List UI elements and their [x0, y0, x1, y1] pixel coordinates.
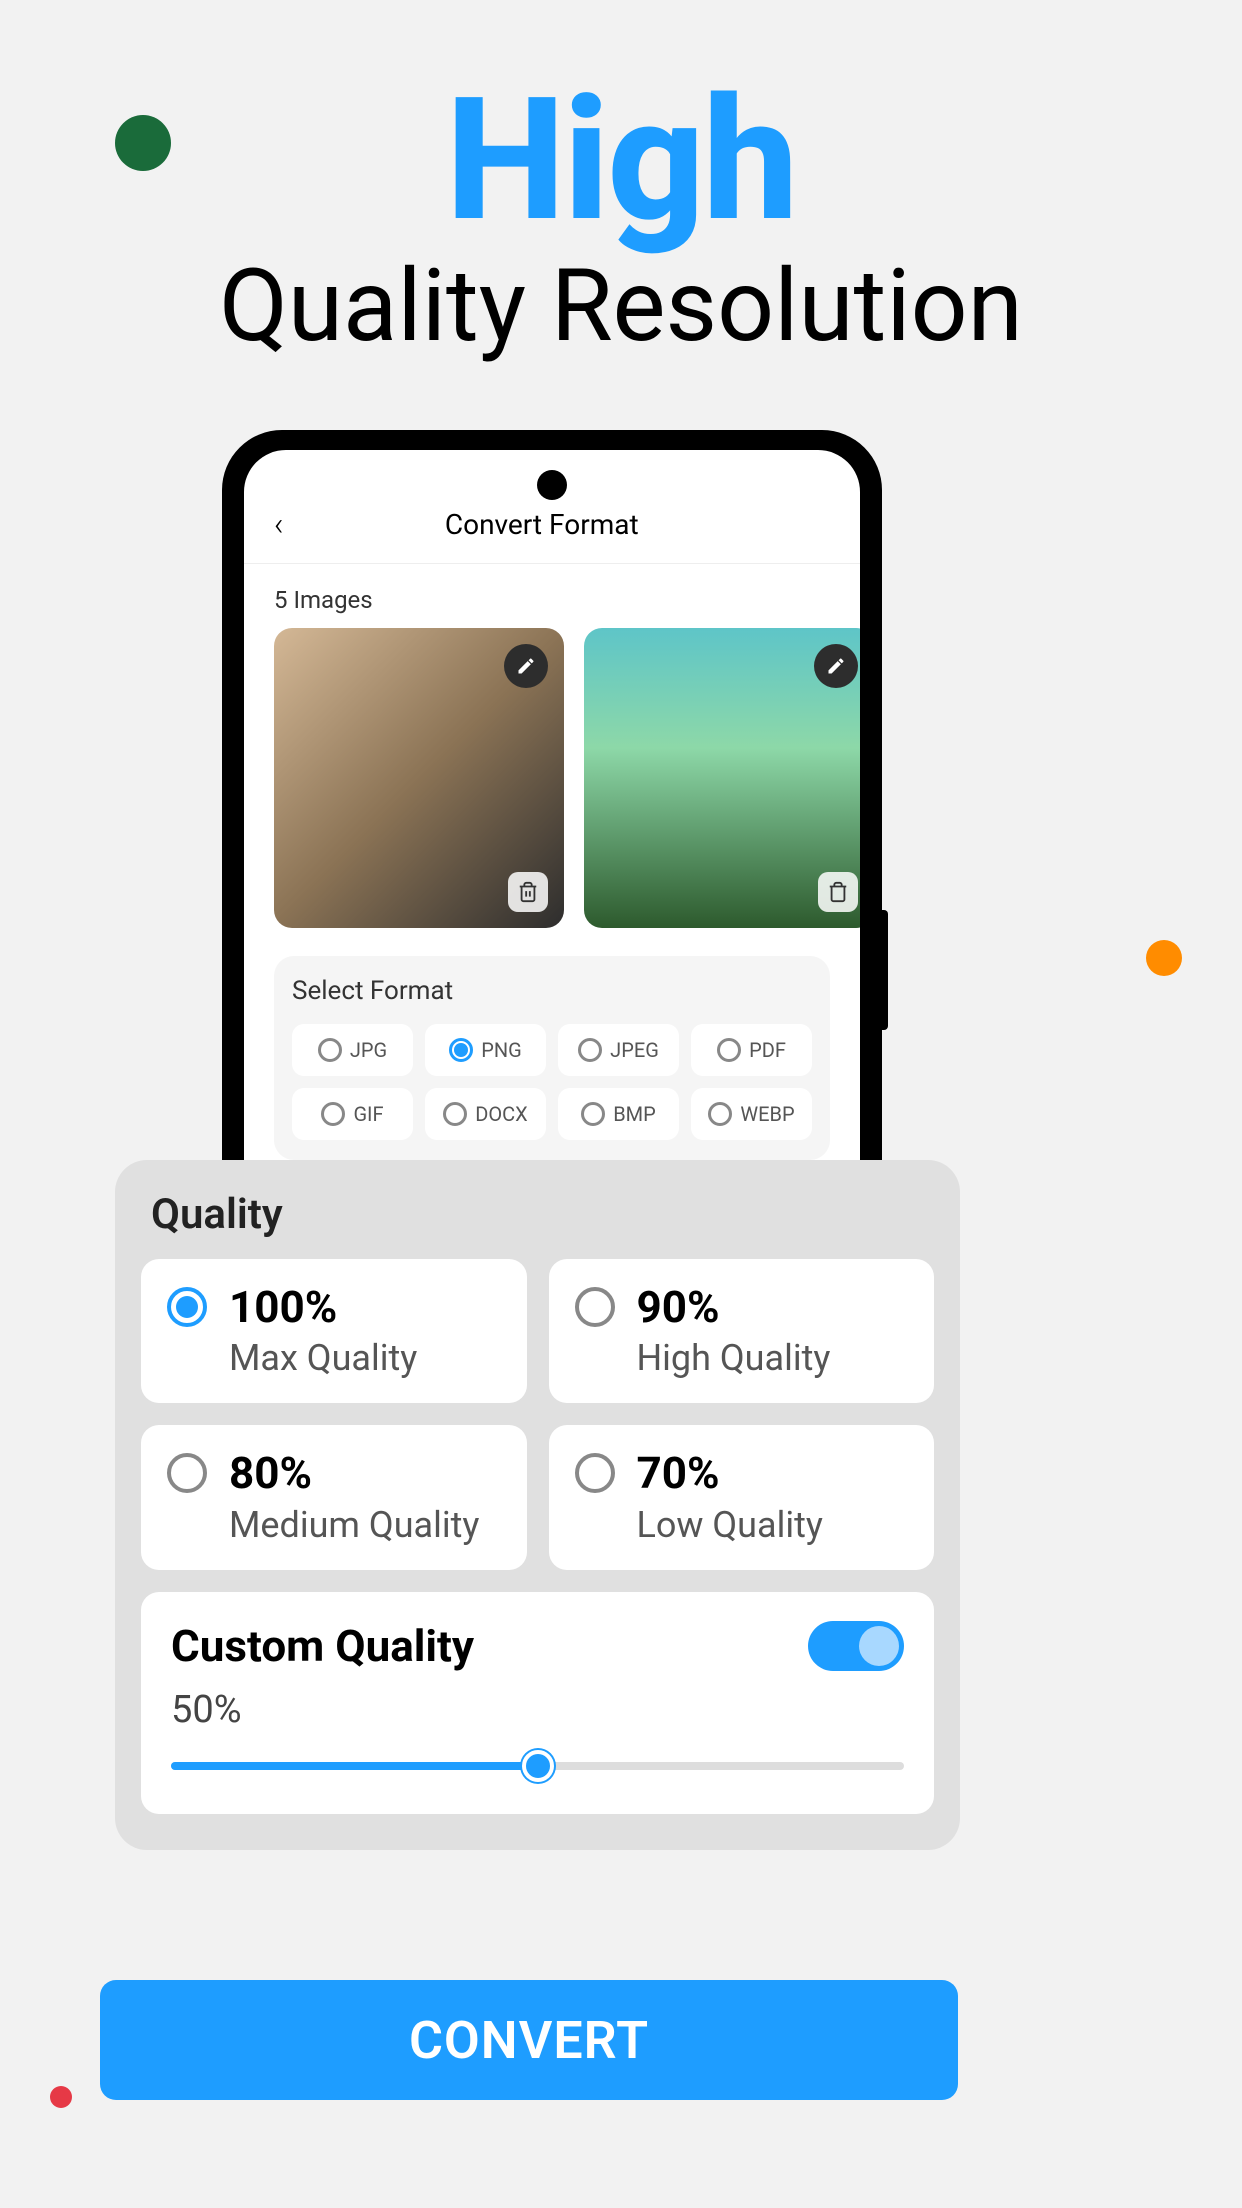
radio-icon	[318, 1038, 342, 1062]
format-option-jpg[interactable]: JPG	[292, 1024, 413, 1076]
quality-panel: Quality 100% Max Quality 90% High Quality 80…	[115, 1160, 960, 1850]
format-panel: Select Format JPG PNG JPEG PDF GIF DOCX BMP WEB…	[274, 956, 830, 1160]
radio-icon	[575, 1287, 615, 1327]
format-option-gif[interactable]: GIF	[292, 1088, 413, 1140]
radio-icon	[167, 1287, 207, 1327]
image-thumbnail[interactable]	[584, 628, 860, 928]
quality-label: Medium Quality	[229, 1504, 501, 1546]
toggle-thumb	[859, 1626, 899, 1666]
quality-percent: 90%	[637, 1283, 909, 1331]
quality-option[interactable]: 90% High Quality	[549, 1259, 935, 1403]
format-section-title: Select Format	[292, 976, 812, 1006]
radio-icon	[708, 1102, 732, 1126]
phone-frame: ‹ Convert Format 5 Images	[222, 430, 882, 1170]
format-option-docx[interactable]: DOCX	[425, 1088, 546, 1140]
format-options-grid: JPG PNG JPEG PDF GIF DOCX BMP WEBP	[292, 1024, 812, 1140]
radio-icon	[717, 1038, 741, 1062]
quality-label: Low Quality	[637, 1504, 909, 1546]
delete-icon[interactable]	[508, 872, 548, 912]
custom-quality-card: Custom Quality 50%	[141, 1592, 934, 1814]
phone-screen: ‹ Convert Format 5 Images	[244, 450, 860, 1170]
format-label: WEBP	[740, 1102, 794, 1126]
hero-title-high: High	[0, 60, 1242, 260]
screen-title: Convert Format	[254, 508, 830, 541]
quality-option[interactable]: 80% Medium Quality	[141, 1425, 527, 1569]
quality-section-title: Quality	[141, 1190, 934, 1239]
radio-icon	[575, 1453, 615, 1493]
format-label: BMP	[613, 1102, 656, 1126]
format-label: PDF	[749, 1038, 786, 1062]
format-option-jpeg[interactable]: JPEG	[558, 1024, 679, 1076]
edit-icon[interactable]	[814, 644, 858, 688]
image-count-label: 5 Images	[244, 564, 860, 628]
image-thumbnail[interactable]	[274, 628, 564, 928]
format-option-bmp[interactable]: BMP	[558, 1088, 679, 1140]
format-label: JPEG	[610, 1038, 659, 1062]
format-option-png[interactable]: PNG	[425, 1024, 546, 1076]
phone-camera-notch	[537, 470, 567, 500]
decorative-dot-orange	[1146, 940, 1182, 976]
image-thumbnails-row	[244, 628, 860, 928]
convert-button[interactable]: CONVERT	[100, 1980, 958, 2100]
quality-option[interactable]: 100% Max Quality	[141, 1259, 527, 1403]
format-option-webp[interactable]: WEBP	[691, 1088, 812, 1140]
radio-icon	[581, 1102, 605, 1126]
format-label: PNG	[481, 1038, 522, 1062]
format-label: DOCX	[475, 1102, 527, 1126]
quality-option[interactable]: 70% Low Quality	[549, 1425, 935, 1569]
format-option-pdf[interactable]: PDF	[691, 1024, 812, 1076]
hero-subtitle: Quality Resolution	[0, 248, 1242, 365]
quality-label: High Quality	[637, 1337, 909, 1379]
quality-label: Max Quality	[229, 1337, 501, 1379]
slider-fill	[171, 1762, 538, 1770]
radio-icon	[449, 1038, 473, 1062]
app-header: ‹ Convert Format	[244, 450, 860, 564]
radio-icon	[443, 1102, 467, 1126]
delete-icon[interactable]	[818, 872, 858, 912]
custom-quality-value: 50%	[171, 1688, 904, 1732]
decorative-dot-red	[50, 2086, 72, 2108]
radio-icon	[578, 1038, 602, 1062]
edit-icon[interactable]	[504, 644, 548, 688]
custom-quality-toggle[interactable]	[808, 1621, 904, 1671]
custom-quality-title: Custom Quality	[171, 1620, 474, 1672]
radio-icon	[167, 1453, 207, 1493]
quality-slider[interactable]	[171, 1750, 904, 1780]
quality-percent: 70%	[637, 1449, 909, 1497]
slider-thumb[interactable]	[522, 1750, 554, 1782]
quality-percent: 80%	[229, 1449, 501, 1497]
radio-icon	[321, 1102, 345, 1126]
format-label: JPG	[350, 1038, 387, 1062]
phone-side-button	[882, 910, 888, 1030]
format-label: GIF	[353, 1102, 383, 1126]
quality-options-grid: 100% Max Quality 90% High Quality 80% Medium …	[141, 1259, 934, 1570]
quality-percent: 100%	[229, 1283, 501, 1331]
